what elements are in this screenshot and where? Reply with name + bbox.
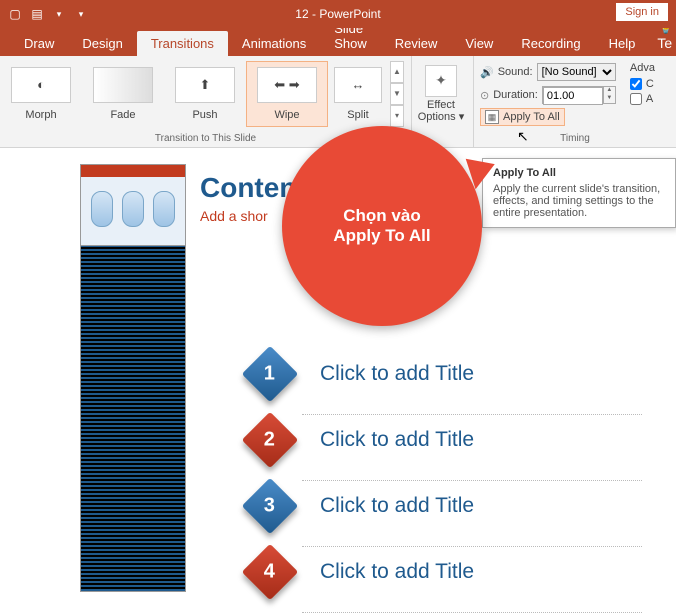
split-label: Split [347,109,368,121]
push-icon: ⬆ [175,67,235,103]
wipe-label: Wipe [274,109,299,121]
tab-animations[interactable]: Animations [228,31,320,56]
advance-label: Adva [630,62,670,74]
fade-icon [93,67,153,103]
gallery-down-icon[interactable]: ▼ [390,83,404,105]
duration-input[interactable] [543,87,603,105]
item-title[interactable]: Click to add Title [320,362,474,386]
phone-icon [122,191,144,227]
gallery-more-icon[interactable]: ▾ [390,105,404,127]
tab-design[interactable]: Design [68,31,136,56]
transition-wipe[interactable]: ⬅ ➡ Wipe [246,61,328,127]
window-title: 12 - PowerPoint [295,7,380,21]
after-checkbox[interactable] [630,93,642,105]
onclick-checkbox[interactable] [630,78,642,90]
slide-header-image [80,164,186,246]
content-items: 1 Click to add Title 2 Click to add Titl… [250,354,676,592]
spin-down-icon[interactable]: ▼ [604,95,615,103]
content-item-3[interactable]: 3 Click to add Title [250,486,676,526]
morph-label: Morph [25,109,56,121]
content-item-1[interactable]: 1 Click to add Title [250,354,676,394]
tab-view[interactable]: View [451,31,507,56]
tab-draw[interactable]: Draw [10,31,68,56]
item-number-cube: 3 [242,478,299,535]
sign-in-button[interactable]: Sign in [616,3,668,21]
tooltip-body: Apply the current slide's transition, ef… [493,183,665,219]
qat-more-icon[interactable]: ▾ [50,4,68,24]
duration-icon: ⊙ [480,89,489,102]
duration-label: Duration: [493,89,538,101]
apply-all-tooltip: Apply To All Apply the current slide's t… [482,158,676,228]
content-item-4[interactable]: 4 Click to add Title [250,552,676,592]
transition-split[interactable]: ↔ Split [328,61,388,127]
sound-label: Sound: [498,66,533,78]
spin-up-icon[interactable]: ▲ [604,87,615,95]
after-label: A [646,93,653,105]
tab-review[interactable]: Review [381,31,452,56]
item-title[interactable]: Click to add Title [320,494,474,518]
timing-group: 🔊 Sound: [No Sound] ⊙ Duration: ▲▼ ▦ App… [474,56,676,147]
effect-options-button[interactable]: ✦ Effect Options ▾ [412,61,470,127]
onclick-label: C [646,78,654,90]
tab-recording[interactable]: Recording [507,31,594,56]
apply-all-icon: ▦ [485,110,499,124]
layout-icon[interactable]: ▤ [28,4,46,24]
callout-line1: Chọn vào [343,206,420,226]
item-number-cube: 1 [242,346,299,403]
apply-to-all-button[interactable]: ▦ Apply To All [480,108,565,126]
push-label: Push [192,109,217,121]
content-item-2[interactable]: 2 Click to add Title [250,420,676,460]
customize-qat-icon[interactable]: ▾ [72,4,90,24]
annotation-callout: Chọn vào Apply To All [282,126,482,326]
transition-morph[interactable]: ◐ Morph [0,61,82,127]
gallery-scroll: ▲ ▼ ▾ [390,61,404,127]
item-title[interactable]: Click to add Title [320,428,474,452]
tab-transitions[interactable]: Transitions [137,31,228,56]
sound-icon: 🔊 [480,66,494,79]
tab-help[interactable]: Help [595,31,650,56]
duration-spinner[interactable]: ▲▼ [542,86,616,104]
fade-label: Fade [110,109,135,121]
item-number-cube: 4 [242,544,299,601]
sound-select[interactable]: [No Sound] [537,63,616,81]
callout-line2: Apply To All [333,226,430,246]
quick-access-toolbar: ▢ ▤ ▾ ▾ [0,0,96,28]
wipe-icon: ⬅ ➡ [257,67,317,103]
titlebar: ▢ ▤ ▾ ▾ 12 - PowerPoint Sign in [0,0,676,28]
transition-fade[interactable]: Fade [82,61,164,127]
sidebar-stripes [80,246,186,592]
split-icon: ↔ [334,67,382,103]
ribbon-tabs: Draw Design Transitions Animations Slide… [0,28,676,56]
phone-icon [153,191,175,227]
apply-all-label: Apply To All [503,111,560,123]
morph-icon: ◐ [11,67,71,103]
item-title[interactable]: Click to add Title [320,560,474,584]
effect-options-icon: ✦ [425,65,457,97]
effect-options-label: Effect Options ▾ [415,99,467,123]
item-number-cube: 2 [242,412,299,469]
new-file-icon[interactable]: ▢ [6,4,24,24]
gallery-up-icon[interactable]: ▲ [390,61,404,83]
transition-push[interactable]: ⬆ Push [164,61,246,127]
phone-icon [91,191,113,227]
ribbon: ◐ Morph Fade ⬆ Push ⬅ ➡ Wipe ↔ Split ▲ ▼ [0,56,676,148]
timing-group-label: Timing [474,131,676,147]
tooltip-title: Apply To All [493,167,665,179]
